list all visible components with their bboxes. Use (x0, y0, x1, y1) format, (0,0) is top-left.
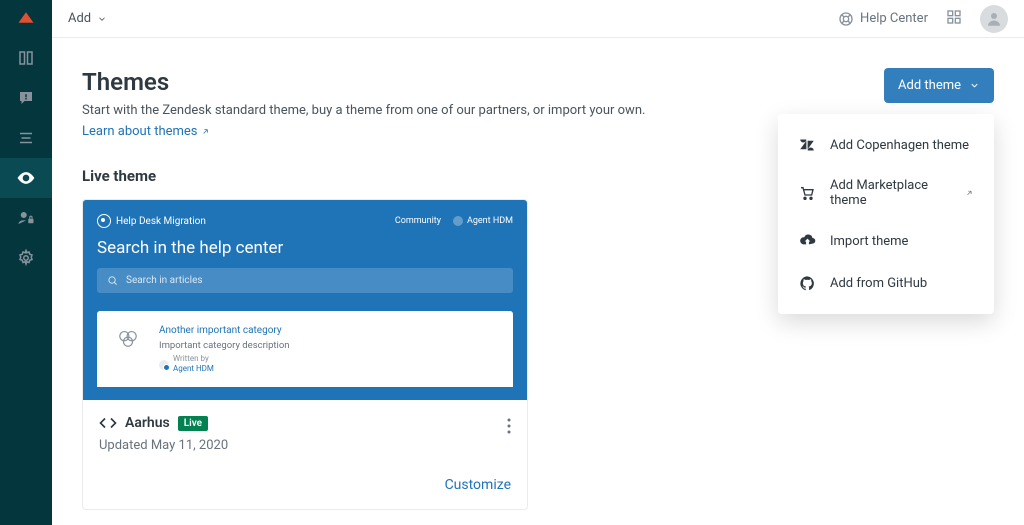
live-badge: Live (178, 416, 208, 431)
search-icon (107, 275, 118, 286)
preview-article-body: Another important category Important cat… (159, 325, 493, 373)
menu-add-github[interactable]: Add from GitHub (778, 262, 994, 304)
topbar: Add Help Center (52, 0, 1024, 38)
kebab-icon (507, 418, 511, 434)
external-link-icon (201, 127, 210, 136)
header-text: Themes Start with the Zendesk standard t… (82, 68, 645, 139)
theme-preview: Help Desk Migration Community Agent HDM … (83, 200, 527, 400)
preview-category-desc: Important category description (159, 340, 493, 351)
github-icon (798, 274, 816, 292)
apps-button[interactable] (946, 9, 962, 29)
external-link-icon (965, 188, 974, 198)
help-center-link[interactable]: Help Center (838, 11, 928, 27)
chevron-down-icon (969, 80, 980, 91)
menu-add-copenhagen[interactable]: Add Copenhagen theme (778, 124, 994, 166)
theme-info: Aarhus Live Updated May 11, 2020 Customi… (83, 400, 527, 509)
cart-icon (798, 184, 816, 202)
preview-category-title: Another important category (159, 325, 493, 336)
add-theme-dropdown: Add Copenhagen theme Add Marketplace the… (778, 114, 994, 314)
brand-logo[interactable] (0, 0, 52, 38)
topbar-right: Help Center (838, 5, 1008, 33)
theme-card: Help Desk Migration Community Agent HDM … (82, 199, 528, 510)
eye-icon (16, 168, 36, 188)
zendesk-icon (798, 136, 816, 154)
add-theme-wrap: Add theme Add Copenhagen theme Add Marke… (884, 68, 994, 103)
page-title: Themes (82, 68, 645, 96)
sidebar-item-moderate[interactable] (0, 78, 52, 118)
main-content: Themes Start with the Zendesk standard t… (52, 38, 1024, 525)
preview-brand-icon (97, 214, 111, 228)
sidebar-item-settings[interactable] (0, 238, 52, 278)
customize-button[interactable]: Customize (445, 477, 511, 493)
preview-article: Another important category Important cat… (97, 311, 513, 387)
preview-brand: Help Desk Migration (97, 214, 206, 228)
menu-import-theme[interactable]: Import theme (778, 220, 994, 262)
user-icon (985, 10, 1003, 28)
preview-links: Community Agent HDM (395, 216, 513, 226)
preview-agent-avatar-icon (453, 216, 463, 226)
theme-name-row: Aarhus Live (99, 414, 511, 432)
preview-search: Search in articles (97, 268, 513, 293)
sidebar-item-arrange[interactable] (0, 118, 52, 158)
user-lock-icon (17, 209, 35, 227)
chevron-down-icon (97, 14, 107, 24)
preview-category-icon (117, 327, 139, 349)
code-icon (99, 414, 117, 432)
learn-link[interactable]: Learn about themes (82, 124, 210, 139)
preview-agent: Agent HDM (453, 216, 513, 226)
page-description: Start with the Zendesk standard theme, b… (82, 102, 645, 120)
theme-name: Aarhus (125, 415, 170, 431)
preview-title: Search in the help center (97, 238, 513, 258)
preview-header: Help Desk Migration Community Agent HDM (97, 214, 513, 228)
sidebar-item-customize[interactable] (0, 158, 52, 198)
preview-author: Written by Agent HDM (159, 354, 493, 373)
book-icon (17, 49, 35, 67)
sidebar-item-guide[interactable] (0, 38, 52, 78)
add-label: Add (68, 11, 91, 26)
left-sidebar (0, 0, 52, 525)
menu-add-marketplace[interactable]: Add Marketplace theme (778, 166, 994, 220)
zendesk-logo-icon (17, 10, 35, 28)
sidebar-item-permissions[interactable] (0, 198, 52, 238)
apps-grid-icon (946, 9, 962, 25)
add-theme-button[interactable]: Add theme (884, 68, 994, 103)
avatar[interactable] (980, 5, 1008, 33)
add-menu-button[interactable]: Add (68, 11, 107, 26)
lifebuoy-icon (838, 11, 854, 27)
cloud-upload-icon (798, 232, 816, 250)
theme-menu-button[interactable] (503, 414, 515, 442)
help-center-label: Help Center (860, 11, 928, 26)
chat-alert-icon (17, 89, 35, 107)
page-header: Themes Start with the Zendesk standard t… (82, 68, 994, 139)
list-icon (17, 129, 35, 147)
gear-icon (17, 249, 35, 267)
preview-author-avatar-icon (159, 360, 169, 370)
theme-updated: Updated May 11, 2020 (99, 438, 511, 453)
